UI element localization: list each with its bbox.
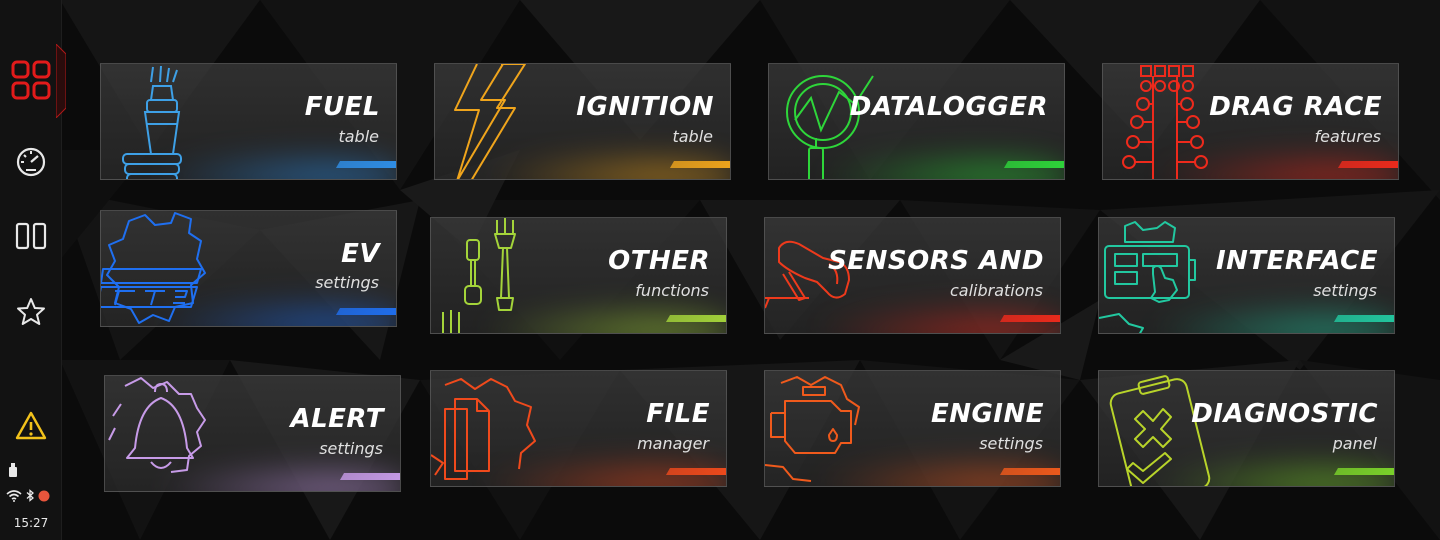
tile-accent-bar — [335, 308, 396, 315]
tools-icon — [442, 218, 516, 333]
tile-other[interactable]: OTHER functions — [430, 217, 727, 334]
tile-subtitle: settings — [319, 439, 383, 458]
bell-gear-icon — [108, 377, 206, 473]
bluetooth-icon — [26, 487, 34, 506]
tile-fuel[interactable]: FUEL table — [100, 63, 397, 180]
pedal-foot-icon — [765, 240, 850, 309]
magnifier-graph-icon — [786, 75, 874, 179]
tile-accent-bar — [1333, 468, 1394, 475]
fte-logo-icon — [101, 212, 206, 324]
sidebar-active-indicator — [56, 44, 66, 118]
tile-subtitle: settings — [1313, 281, 1377, 300]
sidebar-item-favorites[interactable] — [7, 288, 55, 336]
clock: 15:27 — [13, 516, 49, 530]
gauge-icon — [15, 146, 47, 178]
tile-title: FUEL — [304, 92, 380, 122]
tile-title: DATALOGGER — [849, 92, 1048, 122]
tile-subtitle: features — [1314, 127, 1381, 146]
sidebar-item-home[interactable] — [7, 56, 55, 104]
tile-subtitle: manager — [637, 434, 709, 453]
tile-title: DRAG RACE — [1209, 92, 1382, 122]
tile-alert[interactable]: ALERT settings — [104, 375, 401, 492]
tile-diagnostic[interactable]: DIAGNOSTIC panel — [1098, 370, 1395, 487]
star-icon — [16, 297, 46, 327]
tile-accent-bar — [999, 315, 1060, 322]
tile-accent-bar — [1337, 161, 1398, 168]
tile-title: EV — [341, 239, 380, 269]
wifi-icon — [6, 487, 22, 506]
tile-title: IGNITION — [576, 92, 714, 122]
tile-engine[interactable]: ENGINE settings — [764, 370, 1061, 487]
tile-subtitle: table — [338, 127, 379, 146]
tile-sensors[interactable]: SENSORS AND calibrations — [764, 217, 1061, 334]
usb-icon — [8, 462, 18, 481]
tile-drag-race[interactable]: DRAG RACE features — [1102, 63, 1399, 180]
recording-dot — [38, 487, 50, 506]
sidebar-item-gauges[interactable] — [7, 138, 55, 186]
tile-subtitle: table — [672, 127, 713, 146]
tile-file[interactable]: FILE manager — [430, 370, 727, 487]
drag-tree-icon — [1122, 65, 1208, 179]
tile-subtitle: functions — [635, 281, 709, 300]
sidebar-warning[interactable] — [7, 402, 55, 450]
connectivity-status — [6, 487, 50, 506]
tile-subtitle: panel — [1332, 434, 1377, 453]
grid-icon — [11, 60, 51, 100]
sidebar-item-dual-view[interactable] — [7, 212, 55, 260]
engine-gear-icon — [765, 376, 860, 482]
tile-accent-bar — [665, 315, 726, 322]
tile-subtitle: calibrations — [949, 281, 1043, 300]
tile-accent-bar — [1333, 315, 1394, 322]
tile-accent-bar — [1003, 161, 1064, 168]
tile-accent-bar — [335, 161, 396, 168]
tile-accent-bar — [339, 473, 400, 480]
usb-status — [8, 462, 18, 481]
tile-ev[interactable]: EV settings — [100, 210, 397, 327]
tile-accent-bar — [665, 468, 726, 475]
clipboard-check-icon — [1109, 375, 1211, 486]
tile-title: ENGINE — [930, 399, 1044, 429]
fuel-injector-icon — [122, 65, 182, 179]
tile-subtitle: settings — [979, 434, 1043, 453]
touch-dash-icon — [1099, 221, 1196, 333]
tile-title: SENSORS AND — [828, 246, 1044, 276]
tile-accent-bar — [669, 161, 730, 168]
tile-title: INTERFACE — [1215, 246, 1378, 276]
sidebar: 15:27 — [0, 0, 66, 540]
tile-title: FILE — [646, 399, 710, 429]
tile-subtitle: settings — [315, 273, 379, 292]
tile-datalogger[interactable]: DATALOGGER — [768, 63, 1065, 180]
dual-panel-icon — [15, 222, 47, 250]
warning-icon — [14, 410, 48, 442]
lightning-bolt-icon — [454, 64, 526, 179]
tile-title: OTHER — [608, 246, 710, 276]
tile-title: DIAGNOSTIC — [1191, 399, 1378, 429]
tile-interface[interactable]: INTERFACE settings — [1098, 217, 1395, 334]
tile-ignition[interactable]: IGNITION table — [434, 63, 731, 180]
file-gear-icon — [431, 378, 536, 480]
tile-accent-bar — [999, 468, 1060, 475]
tile-title: ALERT — [290, 404, 384, 434]
